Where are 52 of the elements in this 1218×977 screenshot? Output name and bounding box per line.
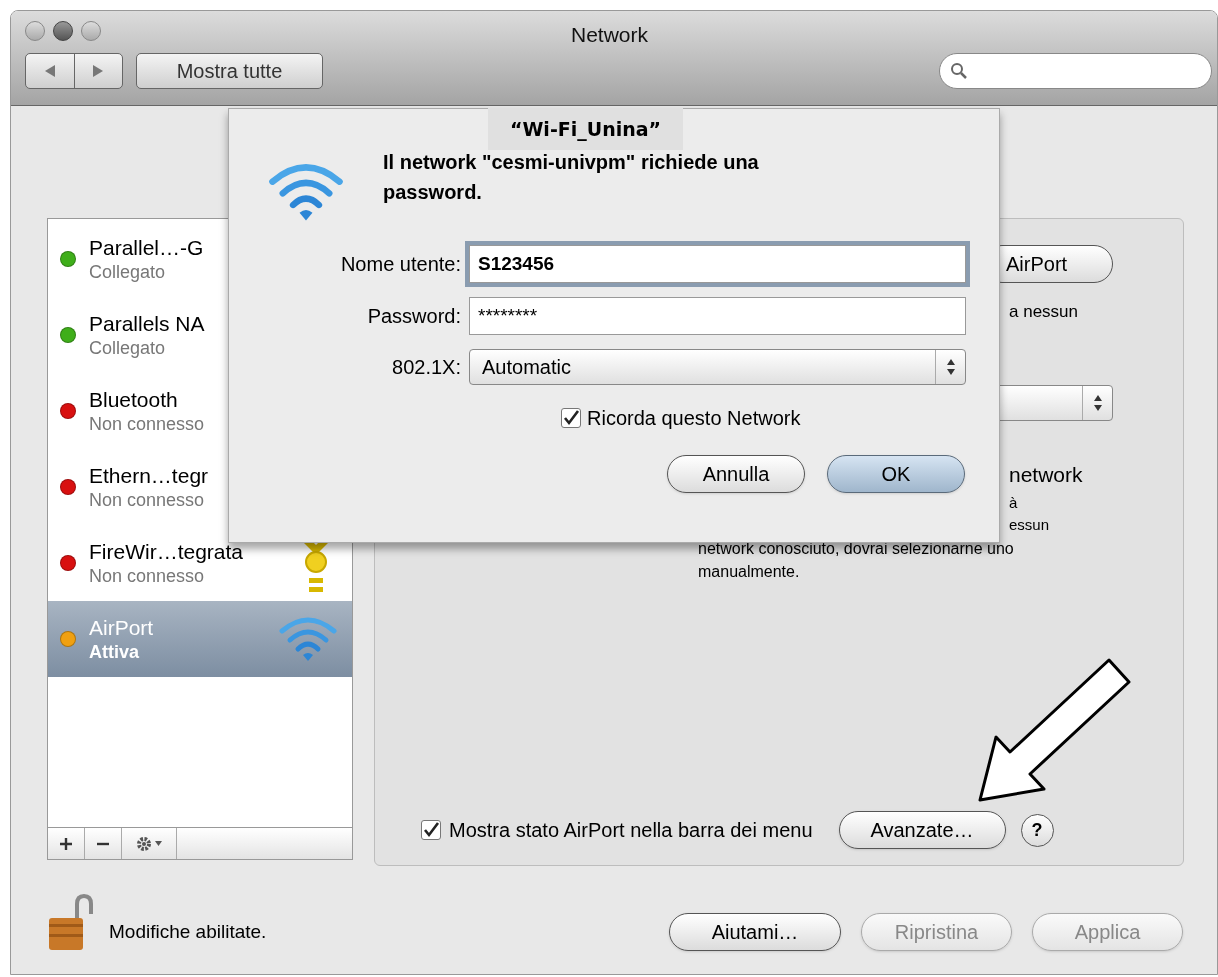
checkbox-label: Ricorda questo Network [587,406,801,431]
back-forward-control[interactable] [25,53,123,89]
service-status: Collegato [89,337,167,359]
service-name: Parallel…-G [89,235,204,261]
service-name: Ethern…tegr [89,463,209,489]
caret-icon [155,841,162,846]
field-label: Nome utente: [339,252,461,277]
back-icon[interactable] [43,64,56,78]
field-label: Password: [366,304,461,329]
padlock-icon [47,894,95,952]
service-status: Attiva [89,641,140,663]
option-label: network [1008,461,1084,488]
service-name: FireWir…tegrata [89,539,244,565]
stepper-icon [945,358,956,376]
search-field[interactable] [939,53,1212,89]
select-field[interactable]: Automatic [469,349,966,385]
window-title: Network [571,22,649,48]
gear-icon [136,835,152,852]
service-item[interactable]: Parallels NA Collegato [48,297,352,373]
info-text: essun [1008,515,1051,535]
info-text: à [1008,493,1019,513]
service-status: Non connesso [89,489,206,511]
lock-status-text: Modifiche abilitate. [109,919,267,944]
checkbox-label: Mostra stato AirPort nella barra dei menu [449,818,813,843]
dialog-button[interactable]: OK [827,455,965,493]
stepper-icon [1092,393,1103,412]
info-text: a nessun [1008,301,1079,323]
service-status: Non connesso [89,413,205,435]
service-name: Parallels NA [89,311,205,337]
minimize-light[interactable] [53,21,73,41]
service-item[interactable]: Ethern…tegr Non connesso [48,449,352,525]
search-icon [950,62,968,80]
footer-button[interactable]: Aiutami… [669,913,841,951]
wifi-icon [278,615,338,663]
field-label: 802.1X: [391,355,461,380]
service-item[interactable]: Bluetooth Non connesso [48,373,352,449]
input-field[interactable]: ******** [469,297,966,335]
annotation-label: “Wi-Fi_Unina” [488,108,683,150]
checkbox[interactable] [421,820,441,840]
plus-icon [59,836,73,851]
service-status: Non connesso [89,565,206,587]
advanced-button[interactable]: Avanzate… [838,811,1006,849]
dialog-message: Il network "cesmi-univpm" richiede una password. [383,150,760,205]
service-status: Collegato [89,261,167,283]
show-all-button[interactable]: Mostra tutte [136,53,323,89]
service-name: AirPort [89,615,154,641]
help-button[interactable]: ? [1020,813,1054,847]
forward-icon[interactable] [92,64,105,78]
checkbox[interactable] [561,408,581,428]
service-name: Bluetooth [89,387,179,413]
dialog-button[interactable]: Annulla [667,455,805,493]
info-text: network conosciuto, dovrai selezionarne uno manualmente. [698,539,1015,582]
